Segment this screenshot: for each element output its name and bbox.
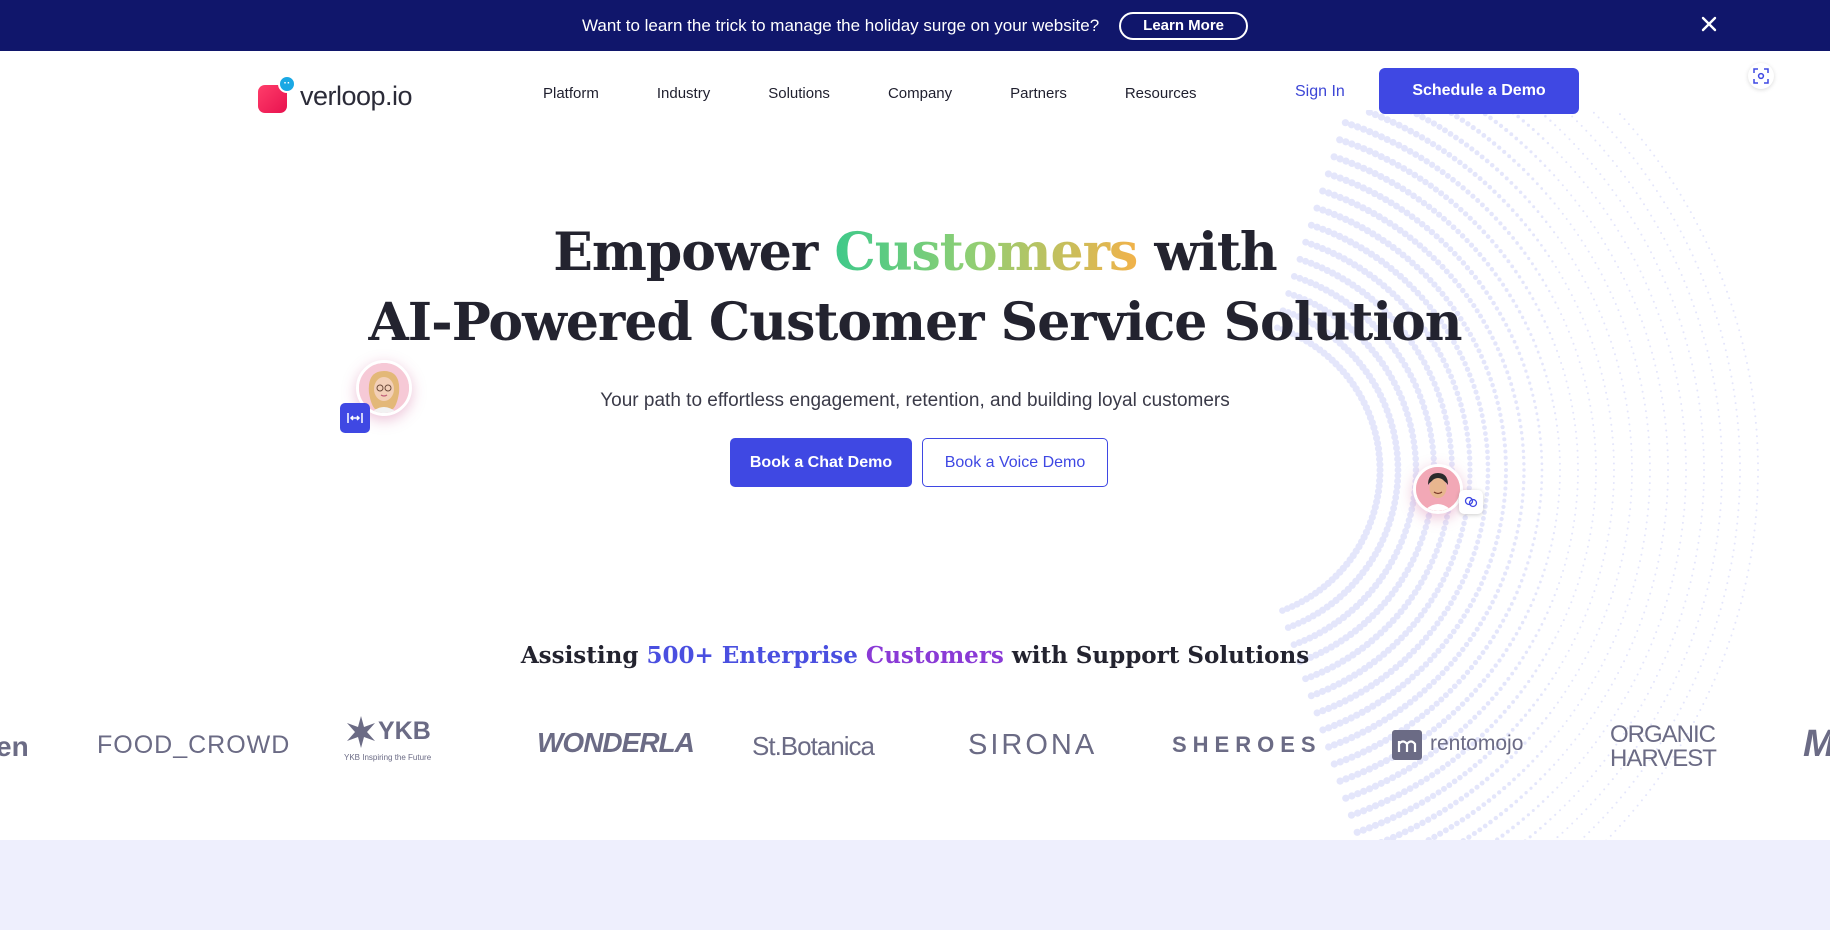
logo-mark-icon: ·· xyxy=(258,74,296,113)
nav-item-industry[interactable]: Industry xyxy=(657,85,710,102)
site-header: ·· verloop.io Platform Industry Solution… xyxy=(0,51,1830,131)
close-icon[interactable] xyxy=(1698,13,1720,35)
schedule-demo-button[interactable]: Schedule a Demo xyxy=(1379,68,1579,114)
hero-subtitle: Your path to effortless engagement, rete… xyxy=(600,390,1230,411)
sign-in-link[interactable]: Sign In xyxy=(1295,83,1345,101)
ykb-star-icon xyxy=(347,716,375,748)
link-icon xyxy=(1459,490,1483,514)
hero-cta-row: Book a Chat Demo Book a Voice Demo xyxy=(730,438,1108,487)
logo-partial-left: en xyxy=(0,731,29,762)
avatar-man xyxy=(1413,464,1463,514)
logo-partial-right: M xyxy=(1803,723,1830,766)
nav-item-platform[interactable]: Platform xyxy=(543,85,599,102)
announcement-text: Want to learn the trick to manage the ho… xyxy=(581,15,1100,35)
logo-sheroes: SHEROES xyxy=(1172,732,1322,757)
logo-food-crowd: FOOD_CROWD xyxy=(97,731,291,759)
logo-st-botanica: St.Botanica xyxy=(752,731,875,761)
customers-heading: Assisting 500+ Enterprise Customers with… xyxy=(520,642,1310,669)
screenshot-focus-icon[interactable] xyxy=(1748,63,1774,89)
logo-sirona: SIRONA xyxy=(968,729,1098,761)
nav-item-partners[interactable]: Partners xyxy=(1010,85,1067,102)
expand-width-icon xyxy=(340,403,370,433)
nav-item-solutions[interactable]: Solutions xyxy=(768,85,830,102)
announcement-bar: Want to learn the trick to manage the ho… xyxy=(0,0,1830,51)
logo[interactable]: ·· verloop.io xyxy=(258,69,413,113)
hero-title-highlight: Customers xyxy=(834,222,1138,283)
customer-logos-strip: en FOOD_CROWD YKB YKB Inspiring the Futu… xyxy=(0,705,1830,785)
nav-item-resources[interactable]: Resources xyxy=(1125,85,1197,102)
book-chat-demo-button[interactable]: Book a Chat Demo xyxy=(730,438,912,487)
learn-more-button[interactable]: Learn More xyxy=(1119,11,1249,40)
rentomojo-m-icon xyxy=(1392,730,1422,760)
logo-ykb: YKB YKB Inspiring the Future xyxy=(344,716,432,762)
nav-item-company[interactable]: Company xyxy=(888,85,952,102)
logo-text: verloop.io xyxy=(300,81,413,111)
hero-title-line2: AI-Powered Customer Service Solution xyxy=(368,292,1462,353)
logo-wonderla: WONDERLA xyxy=(537,727,695,758)
logo-organic-harvest: ORGANIC HARVEST xyxy=(1610,721,1717,772)
hero-title-line1: Empower Customers with xyxy=(553,222,1277,283)
main-nav: Platform Industry Solutions Company Part… xyxy=(543,85,1197,102)
book-voice-demo-button[interactable]: Book a Voice Demo xyxy=(922,438,1108,487)
next-section-band xyxy=(0,840,1830,930)
